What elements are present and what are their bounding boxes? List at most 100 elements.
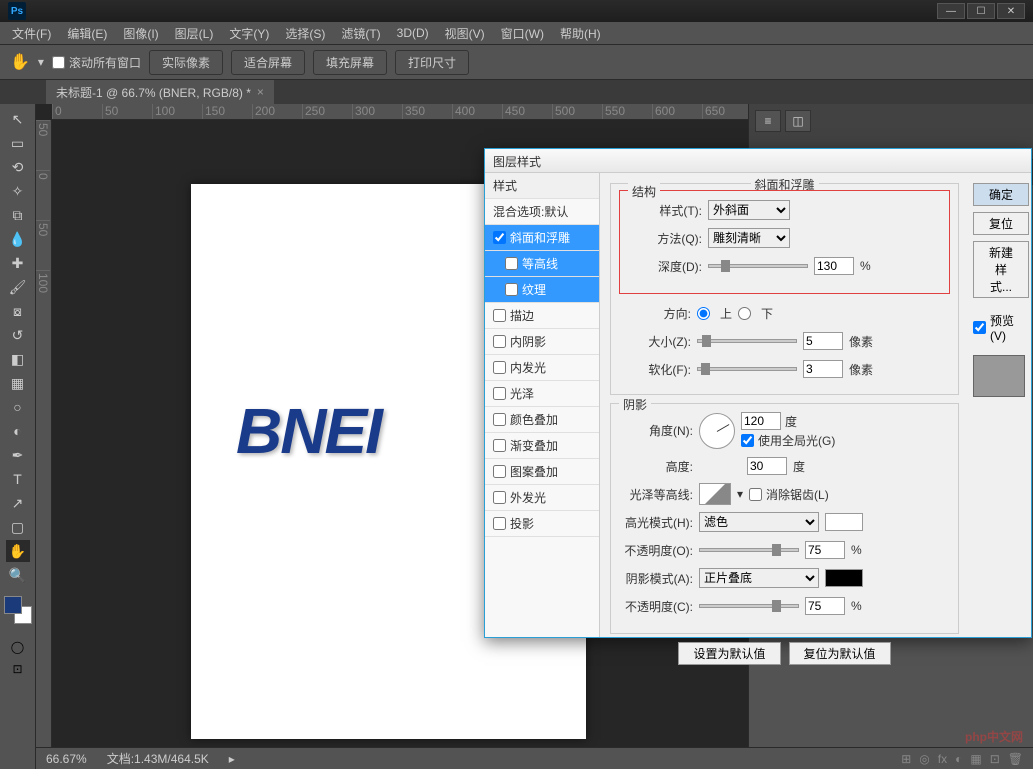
color-overlay-check[interactable] [493,413,506,426]
tab-close-icon[interactable]: × [257,85,264,99]
menu-type[interactable]: 文字(Y) [221,23,277,44]
angle-widget[interactable] [699,413,735,449]
color-swatches[interactable] [4,596,32,624]
gradient-tool[interactable]: ▦ [6,372,30,394]
cancel-button[interactable]: 复位 [973,212,1029,235]
status-icon[interactable]: ◎ [919,752,929,766]
style-stroke[interactable]: 描边 [485,303,599,329]
shadow-opacity-slider[interactable] [699,604,799,608]
size-slider[interactable] [697,339,797,343]
type-tool[interactable]: T [6,468,30,490]
doc-info[interactable]: 文档:1.43M/464.5K [107,750,209,767]
new-style-button[interactable]: 新建样式... [973,241,1029,298]
shadow-opacity-input[interactable] [805,597,845,615]
status-icon[interactable]: fx [938,752,947,766]
history-brush-tool[interactable]: ↺ [6,324,30,346]
style-color-overlay[interactable]: 颜色叠加 [485,407,599,433]
mini-tab-icon[interactable]: ◫ [785,110,811,132]
status-icon[interactable]: ◐ [955,752,962,766]
altitude-input[interactable] [747,457,787,475]
menu-window[interactable]: 窗口(W) [493,23,552,44]
brush-tool[interactable]: 🖌 [6,276,30,298]
texture-check[interactable] [505,283,518,296]
grad-overlay-check[interactable] [493,439,506,452]
menu-filter[interactable]: 滤镜(T) [333,23,388,44]
bevel-check[interactable] [493,231,506,244]
document-tab[interactable]: 未标题-1 @ 66.7% (BNER, RGB/8) * × [46,80,274,104]
style-inner-shadow[interactable]: 内阴影 [485,329,599,355]
wand-tool[interactable]: ✧ [6,180,30,202]
depth-slider[interactable] [708,264,808,268]
reset-default-button[interactable]: 复位为默认值 [789,642,891,665]
antialias-check[interactable]: 消除锯齿(L) [749,486,829,503]
preview-checkbox[interactable]: 预览(V) [973,312,1027,343]
blend-options[interactable]: 混合选项:默认 [485,199,599,225]
stamp-tool[interactable]: ⧇ [6,300,30,322]
direction-up[interactable]: 上 [697,305,732,322]
pen-tool[interactable]: ✒ [6,444,30,466]
style-grad-overlay[interactable]: 渐变叠加 [485,433,599,459]
scroll-all-checkbox[interactable]: 滚动所有窗口 [52,54,141,71]
menu-select[interactable]: 选择(S) [277,23,333,44]
eraser-tool[interactable]: ◧ [6,348,30,370]
fill-screen-button[interactable]: 填充屏幕 [313,50,387,75]
drop-shadow-check[interactable] [493,517,506,530]
fit-screen-button[interactable]: 适合屏幕 [231,50,305,75]
blur-tool[interactable]: ○ [6,396,30,418]
status-icon[interactable]: ⊡ [990,752,1000,766]
status-icon[interactable]: ▦ [970,752,981,766]
mini-tab-icon[interactable]: ≡ [755,110,781,132]
dialog-title[interactable]: 图层样式 [485,149,1031,173]
shadow-color[interactable] [825,569,863,587]
soften-input[interactable] [803,360,843,378]
set-default-button[interactable]: 设置为默认值 [678,642,780,665]
preview-input[interactable] [973,321,986,334]
status-icon[interactable]: ⊞ [901,752,911,766]
move-tool[interactable]: ↖ [6,108,30,130]
menu-file[interactable]: 文件(F) [4,23,59,44]
method-select[interactable]: 雕刻清晰 [708,228,790,248]
depth-input[interactable] [814,257,854,275]
up-radio[interactable] [697,305,710,322]
hand-tool[interactable]: ✋ [6,540,30,562]
menu-3d[interactable]: 3D(D) [389,24,437,42]
style-contour[interactable]: 等高线 [485,251,599,277]
pattern-overlay-check[interactable] [493,465,506,478]
gloss-contour[interactable] [699,483,731,505]
heal-tool[interactable]: ✚ [6,252,30,274]
marquee-tool[interactable]: ▭ [6,132,30,154]
style-drop-shadow[interactable]: 投影 [485,511,599,537]
satin-check[interactable] [493,387,506,400]
styles-header[interactable]: 样式 [485,173,599,199]
menu-image[interactable]: 图像(I) [115,23,166,44]
maximize-button[interactable]: ☐ [967,3,995,19]
doc-info-dropdown-icon[interactable]: ▸ [229,752,235,766]
global-light-input[interactable] [741,434,754,447]
size-input[interactable] [803,332,843,350]
style-select[interactable]: 外斜面 [708,200,790,220]
gloss-dropdown-icon[interactable]: ▾ [737,487,743,501]
ok-button[interactable]: 确定 [973,183,1029,206]
highlight-opacity-slider[interactable] [699,548,799,552]
outer-glow-check[interactable] [493,491,506,504]
highlight-color[interactable] [825,513,863,531]
screenmode-toggle[interactable]: ⊡ [12,662,22,676]
shape-tool[interactable]: ▢ [6,516,30,538]
minimize-button[interactable]: — [937,3,965,19]
menu-view[interactable]: 视图(V) [437,23,493,44]
highlight-mode-select[interactable]: 滤色 [699,512,819,532]
dodge-tool[interactable]: ◐ [6,420,30,442]
antialias-input[interactable] [749,488,762,501]
style-satin[interactable]: 光泽 [485,381,599,407]
menu-layer[interactable]: 图层(L) [167,23,222,44]
inner-shadow-check[interactable] [493,335,506,348]
menu-edit[interactable]: 编辑(E) [59,23,115,44]
zoom-tool[interactable]: 🔍 [6,564,30,586]
global-light-check[interactable]: 使用全局光(G) [741,432,835,449]
contour-check[interactable] [505,257,518,270]
scroll-all-input[interactable] [52,56,65,69]
style-inner-glow[interactable]: 内发光 [485,355,599,381]
style-bevel[interactable]: 斜面和浮雕 [485,225,599,251]
highlight-opacity-input[interactable] [805,541,845,559]
style-outer-glow[interactable]: 外发光 [485,485,599,511]
